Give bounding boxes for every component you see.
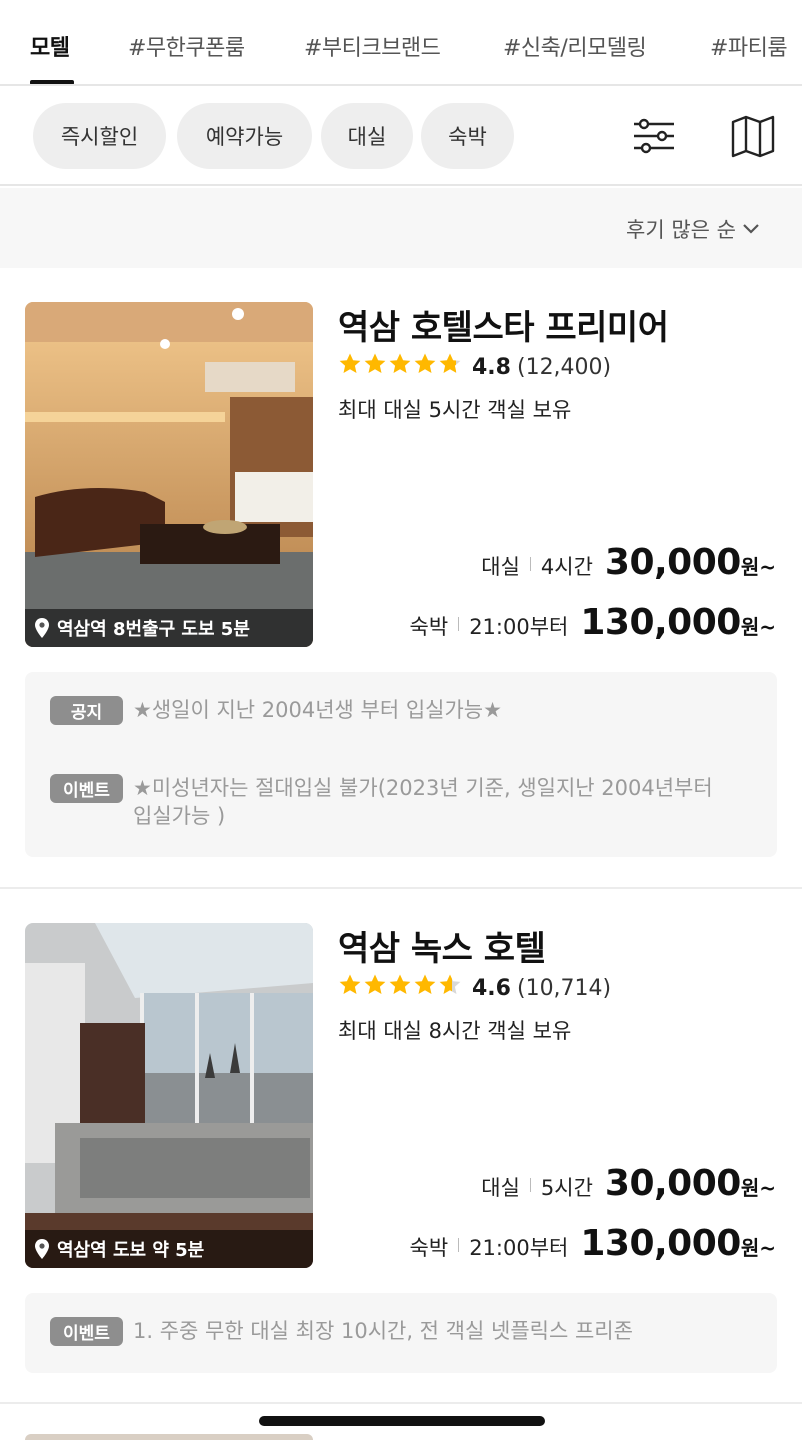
listing-photo[interactable]: 역삼역 8번출구 도보 5분	[25, 302, 313, 647]
filter-chip-daytime[interactable]: 대실	[321, 103, 413, 169]
notice-row: 이벤트 ★미성년자는 절대입실 불가(2023년 기준, 생일지난 2004년부…	[50, 774, 727, 830]
star-icon	[438, 973, 462, 1003]
rating-score: 4.8	[472, 354, 511, 380]
sort-dropdown[interactable]: 후기 많은 순	[626, 214, 760, 244]
map-icon[interactable]	[729, 112, 777, 160]
event-text: ★미성년자는 절대입실 불가(2023년 기준, 생일지난 2004년부터 입실…	[133, 776, 713, 828]
tab-boutique-brand[interactable]: #부티크브랜드	[304, 30, 441, 62]
filter-chip-instant-discount[interactable]: 즉시할인	[33, 103, 166, 169]
rating-score: 4.6	[472, 975, 511, 1001]
star-icon	[338, 973, 362, 1003]
notice-row: 공지 ★생일이 지난 2004년생 부터 입실가능★	[50, 696, 727, 725]
tab-unlimited-coupon[interactable]: #무한쿠폰룸	[128, 30, 245, 62]
divider	[0, 887, 802, 889]
price-overnight: 숙박 21:00부터 130,000 원~	[409, 602, 776, 643]
listing-location: 역삼역 8번출구 도보 5분	[25, 609, 313, 647]
chevron-down-icon	[743, 224, 759, 234]
star-icon	[413, 973, 437, 1003]
sliders-icon[interactable]	[630, 112, 678, 160]
sort-bar: 후기 많은 순	[0, 188, 802, 268]
star-icon	[338, 352, 362, 382]
star-icon	[388, 352, 412, 382]
review-count: (12,400)	[516, 354, 612, 380]
notice-box: 이벤트 1. 주중 무한 대실 최장 10시간, 전 객실 넷플릭스 프리존	[25, 1293, 777, 1373]
price-amount: 30,000	[604, 542, 741, 583]
star-icon	[438, 352, 462, 382]
notice-box: 공지 ★생일이 지난 2004년생 부터 입실가능★ 이벤트 ★미성년자는 절대…	[25, 672, 777, 857]
location-pin-icon	[35, 618, 49, 638]
category-tabs: 모텔 #무한쿠폰룸 #부티크브랜드 #신축/리모델링 #파티룸	[0, 0, 802, 86]
price-daytime: 대실 4시간 30,000 원~	[481, 542, 776, 583]
listing-description: 최대 대실 5시간 객실 보유	[338, 398, 572, 422]
listing-name[interactable]: 역삼 녹스 호텔	[338, 921, 546, 970]
star-icon	[363, 352, 387, 382]
active-tab-indicator	[30, 80, 74, 84]
listing-description: 최대 대실 8시간 객실 보유	[338, 1019, 572, 1043]
location-pin-icon	[35, 1239, 49, 1259]
star-icon	[413, 352, 437, 382]
price-overnight: 숙박 21:00부터 130,000 원~	[409, 1223, 776, 1264]
price-amount: 30,000	[604, 1163, 741, 1204]
rating-stars	[338, 973, 462, 1003]
listing-rating: 4.8 (12,400)	[338, 352, 611, 382]
notice-text: ★생일이 지난 2004년생 부터 입실가능★	[133, 698, 502, 722]
next-listing-photo[interactable]	[25, 1434, 313, 1440]
home-indicator[interactable]	[259, 1416, 545, 1426]
listing-location: 역삼역 도보 약 5분	[25, 1230, 313, 1268]
tab-party-room[interactable]: #파티룸	[710, 30, 788, 62]
listing-rating: 4.6 (10,714)	[338, 973, 611, 1003]
star-icon	[363, 973, 387, 1003]
price-amount: 130,000	[580, 1223, 741, 1264]
sort-label: 후기 많은 순	[626, 218, 736, 242]
event-tag: 이벤트	[50, 774, 123, 803]
price-amount: 130,000	[580, 602, 741, 643]
event-tag: 이벤트	[50, 1317, 123, 1346]
filter-bar: 즉시할인 예약가능 대실 숙박	[0, 86, 802, 186]
notice-tag: 공지	[50, 696, 123, 725]
filter-chip-overnight[interactable]: 숙박	[421, 103, 514, 169]
tab-motel[interactable]: 모텔	[30, 30, 70, 62]
rating-stars	[338, 352, 462, 382]
notice-row: 이벤트 1. 주중 무한 대실 최장 10시간, 전 객실 넷플릭스 프리존	[50, 1317, 727, 1346]
filter-chip-bookable[interactable]: 예약가능	[177, 103, 312, 169]
tab-new-remodel[interactable]: #신축/리모델링	[503, 30, 647, 62]
star-icon	[388, 973, 412, 1003]
review-count: (10,714)	[516, 975, 612, 1001]
price-daytime: 대실 5시간 30,000 원~	[481, 1163, 776, 1204]
listing-name[interactable]: 역삼 호텔스타 프리미어	[338, 300, 669, 349]
event-text: 1. 주중 무한 대실 최장 10시간, 전 객실 넷플릭스 프리존	[133, 1319, 633, 1343]
divider	[0, 1402, 802, 1404]
listing-photo[interactable]: 역삼역 도보 약 5분	[25, 923, 313, 1268]
